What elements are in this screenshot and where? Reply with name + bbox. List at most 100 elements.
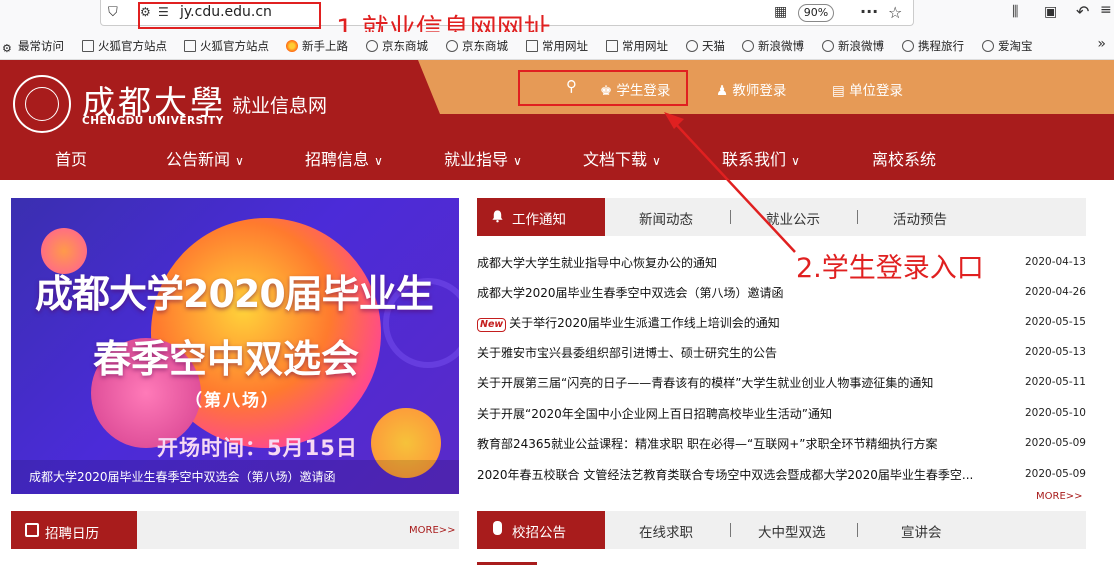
news-date: 2020-04-26 bbox=[1024, 286, 1086, 298]
nav-leaving-system[interactable]: 离校系统 bbox=[872, 146, 936, 170]
zoom-level[interactable]: 90% bbox=[798, 4, 834, 22]
more-actions-icon[interactable]: ··· bbox=[860, 2, 878, 21]
tab-presentations[interactable]: 宣讲会 bbox=[901, 521, 942, 541]
bell-icon bbox=[492, 210, 503, 223]
tab-events[interactable]: 活动预告 bbox=[893, 208, 947, 228]
news-item[interactable]: 成都大学大学生就业指导中心恢复办公的通知 2020-04-13 bbox=[477, 251, 1086, 271]
banner-caption-bar: 成都大学2020届毕业生春季空中双选会（第八场）邀请函 bbox=[11, 460, 459, 494]
nav-announcements[interactable]: 公告新闻 ∨ bbox=[166, 146, 244, 170]
nav-recruitment[interactable]: 招聘信息 ∨ bbox=[305, 146, 383, 170]
tab-label: 校招公告 bbox=[512, 525, 566, 541]
news-title[interactable]: 成都大学2020届毕业生春季空中双选会（第八场）邀请函 bbox=[477, 284, 784, 301]
recruitment-calendar-header: 招聘日历 MORE>> bbox=[11, 511, 459, 549]
calendar-label: 招聘日历 bbox=[45, 526, 99, 542]
chevron-down-icon: ∨ bbox=[652, 154, 661, 168]
sidebar-icon[interactable]: ▣ bbox=[1044, 4, 1057, 20]
bookmark-item[interactable]: 天猫 bbox=[686, 38, 725, 54]
tab-online-jobs[interactable]: 在线求职 bbox=[639, 521, 693, 541]
bookmark-item[interactable]: 京东商城 bbox=[446, 38, 508, 54]
student-login-highlight-box bbox=[518, 70, 688, 106]
logo-english-name: CHENGDU UNIVERSITY bbox=[82, 115, 224, 127]
tab-work-notice[interactable]: 工作通知 bbox=[477, 198, 605, 236]
news-date: 2020-05-09 bbox=[1024, 468, 1086, 480]
bookmark-item[interactable]: 爱淘宝 bbox=[982, 38, 1033, 54]
bookmark-item[interactable]: 新手上路 bbox=[286, 38, 348, 54]
company-login-link[interactable]: ▤ 单位登录 bbox=[832, 79, 903, 99]
news-item[interactable]: New 关于举行2020届毕业生派遣工作线上培训会的通知 2020-05-15 bbox=[477, 311, 1086, 332]
browser-url-bar: ⛉ ⚙ ☰ jy.cdu.edu.cn ▦ 90% ··· ☆ ⫼ ▣ ↶ ≡ … bbox=[0, 0, 1114, 45]
tab-job-fairs[interactable]: 大中型双选 bbox=[758, 521, 826, 541]
calendar-tab[interactable]: 招聘日历 bbox=[11, 511, 137, 549]
calendar-more-link[interactable]: MORE>> bbox=[409, 525, 456, 536]
news-date: 2020-05-09 bbox=[1024, 437, 1086, 449]
tab-divider bbox=[730, 210, 731, 224]
news-title[interactable]: 教育部24365就业公益课程：精准求职 职在必得—“互联网+”求职全环节精细执行… bbox=[477, 435, 937, 452]
shield-icon[interactable]: ⛉ bbox=[108, 5, 118, 20]
bookmark-label: 京东商城 bbox=[382, 39, 428, 53]
bookmark-label: 常用网址 bbox=[622, 39, 668, 53]
news-title[interactable]: 关于开展“2020年全国中小企业网上百日招聘高校毕业生活动”通知 bbox=[477, 405, 832, 422]
news-item[interactable]: 关于雅安市宝兴县委组织部引进博士、硕士研究生的公告 2020-05-13 bbox=[477, 341, 1086, 361]
bookmark-item[interactable]: 携程旅行 bbox=[902, 38, 964, 54]
bookmark-label: 新浪微博 bbox=[838, 39, 884, 53]
news-item[interactable]: 成都大学2020届毕业生春季空中双选会（第八场）邀请函 2020-04-26 bbox=[477, 281, 1086, 301]
site-subtitle: 就业信息网 bbox=[232, 95, 328, 117]
login-annotation: 2.学生登录入口 bbox=[796, 253, 984, 284]
qr-code-icon[interactable]: ▦ bbox=[774, 4, 787, 20]
news-title[interactable]: 关于雅安市宝兴县委组织部引进博士、硕士研究生的公告 bbox=[477, 344, 777, 361]
main-nav: 首页 公告新闻 ∨ 招聘信息 ∨ 就业指导 ∨ 文档下载 ∨ 联系我们 ∨ 离校… bbox=[0, 140, 1114, 176]
library-icon[interactable]: ⫼ bbox=[1012, 4, 1018, 20]
news-item[interactable]: 关于开展“2020年全国中小企业网上百日招聘高校毕业生活动”通知 2020-05… bbox=[477, 402, 1086, 422]
news-more-link[interactable]: MORE>> bbox=[1036, 491, 1083, 502]
bookmark-label: 爱淘宝 bbox=[998, 39, 1033, 53]
nav-home[interactable]: 首页 bbox=[55, 146, 87, 170]
tab-campus-notice[interactable]: 校招公告 bbox=[477, 511, 605, 549]
bookmark-item[interactable]: 新浪微博 bbox=[742, 38, 804, 54]
chevron-down-icon: ∨ bbox=[791, 154, 800, 168]
bookmark-item[interactable]: 火狐官方站点 bbox=[184, 38, 269, 54]
nav-label: 就业指导 bbox=[444, 150, 509, 169]
news-item[interactable]: 2020年春五校联合 文管经法艺教育类联合专场空中双选会暨成都大学2020届毕业… bbox=[477, 463, 1086, 483]
news-item[interactable]: 关于开展第三届“闪亮的日子——青春该有的模样”大学生就业创业人物事迹征集的通知 … bbox=[477, 371, 1086, 391]
chevron-more-icon[interactable]: » bbox=[1097, 36, 1106, 52]
bookmark-label: 火狐官方站点 bbox=[98, 39, 167, 53]
folder-icon bbox=[606, 40, 618, 52]
teacher-login-link[interactable]: ♟ 教师登录 bbox=[716, 79, 786, 99]
nav-downloads[interactable]: 文档下载 ∨ bbox=[583, 146, 661, 170]
tab-news[interactable]: 新闻动态 bbox=[639, 208, 693, 228]
bookmark-item[interactable]: 常用网址 bbox=[606, 38, 668, 54]
globe-icon bbox=[686, 40, 698, 52]
news-item[interactable]: 教育部24365就业公益课程：精准求职 职在必得—“互联网+”求职全环节精细执行… bbox=[477, 432, 1086, 452]
bookmark-star-icon[interactable]: ☆ bbox=[888, 3, 902, 22]
banner-title-line2: 春季空中双选会 bbox=[93, 337, 360, 381]
bookmark-item[interactable]: 火狐官方站点 bbox=[82, 38, 167, 54]
tab-divider bbox=[857, 210, 858, 224]
bookmark-label: 京东商城 bbox=[462, 39, 508, 53]
globe-icon bbox=[446, 40, 458, 52]
screenshot-root: ⛉ ⚙ ☰ jy.cdu.edu.cn ▦ 90% ··· ☆ ⫼ ▣ ↶ ≡ … bbox=[0, 0, 1114, 565]
bookmark-item[interactable]: 京东商城 bbox=[366, 38, 428, 54]
calendar-icon bbox=[25, 523, 39, 537]
banner-caption[interactable]: 成都大学2020届毕业生春季空中双选会（第八场）邀请函 bbox=[29, 468, 336, 485]
tab-publicity[interactable]: 就业公示 bbox=[766, 208, 820, 228]
event-banner[interactable]: 成都大学2020届毕业生 春季空中双选会 （第八场） 开场时间：5月15日 成都… bbox=[11, 198, 459, 494]
nav-contact[interactable]: 联系我们 ∨ bbox=[722, 146, 800, 170]
menu-icon[interactable]: ≡ bbox=[1100, 2, 1112, 18]
bookmark-most-visited[interactable]: ⚙ 最常访问 bbox=[2, 38, 64, 55]
news-title[interactable]: 2020年春五校联合 文管经法艺教育类联合专场空中双选会暨成都大学2020届毕业… bbox=[477, 466, 973, 483]
news-title-wrapper[interactable]: New 关于举行2020届毕业生派遣工作线上培训会的通知 bbox=[477, 314, 780, 332]
back-arrow-icon[interactable]: ↶ bbox=[1076, 2, 1089, 21]
news-title[interactable]: 成都大学大学生就业指导中心恢复办公的通知 bbox=[477, 254, 717, 271]
site-header: 成都大學 CHENGDU UNIVERSITY 就业信息网 ⚲ ♚ 学生登录 ♟… bbox=[0, 60, 1114, 180]
bookmark-item[interactable]: 常用网址 bbox=[526, 38, 588, 54]
bookmark-label: 新手上路 bbox=[302, 39, 348, 53]
bookmark-item[interactable]: 新浪微博 bbox=[822, 38, 884, 54]
nav-label: 公告新闻 bbox=[166, 150, 231, 169]
new-badge: New bbox=[477, 318, 507, 332]
bookmarks-bar: ⚙ 最常访问 火狐官方站点 火狐官方站点 新手上路 京东商城 京东商城 常用网址 … bbox=[0, 32, 1114, 60]
nav-guidance[interactable]: 就业指导 ∨ bbox=[444, 146, 522, 170]
user-icon: ♟ bbox=[716, 83, 729, 99]
banner-time: 开场时间：5月15日 bbox=[157, 436, 358, 460]
news-title[interactable]: 关于开展第三届“闪亮的日子——青春该有的模样”大学生就业创业人物事迹征集的通知 bbox=[477, 374, 933, 391]
chevron-down-icon: ∨ bbox=[374, 154, 383, 168]
